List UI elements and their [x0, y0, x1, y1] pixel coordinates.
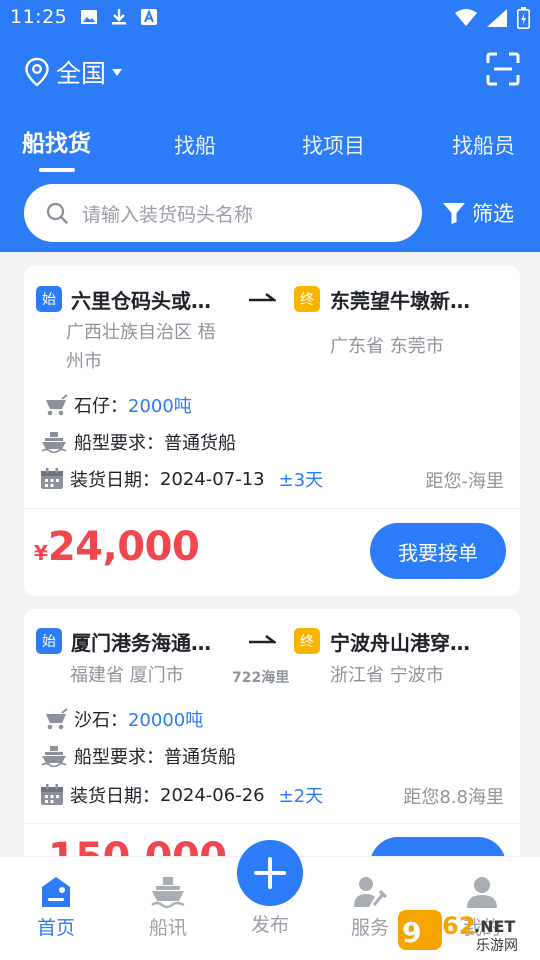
notification-icons	[80, 8, 158, 26]
watermark-logo: 9 62 .NET 乐游网	[398, 910, 518, 954]
cargo-info-row: 沙石： 20000吨	[40, 706, 203, 732]
filter-label: 筛选	[472, 202, 514, 226]
start-port-name: 厦门港务海通…	[71, 631, 211, 655]
nav-ship-news[interactable]: 船讯	[128, 875, 208, 940]
end-region: 广东省 东莞市	[330, 336, 444, 357]
price-amount: 24,000	[47, 524, 200, 570]
search-icon	[46, 202, 68, 224]
load-date-value: 2024-06-26	[160, 784, 265, 806]
search-input[interactable]: 请输入装货码头名称	[24, 184, 422, 242]
end-region: 浙江省 宁波市	[330, 665, 444, 686]
download-icon	[112, 9, 126, 25]
cargo-type: 沙石：	[74, 710, 128, 731]
cargo-amount: 20000吨	[128, 710, 204, 731]
start-tag: 始	[36, 286, 62, 312]
cargo-type: 石仔：	[74, 396, 128, 417]
category-tabs: 船找货 找船 找项目 找船员	[0, 124, 540, 164]
currency-symbol: ¥	[34, 541, 48, 565]
ship-type-row: 船型要求： 普通货船	[40, 743, 236, 769]
calendar-icon	[41, 468, 63, 489]
ship-icon	[41, 746, 67, 767]
dropdown-caret-icon	[112, 68, 123, 76]
svg-text:乐游网: 乐游网	[476, 938, 518, 954]
image-icon	[81, 10, 97, 24]
accept-order-button[interactable]: 我要接单	[370, 523, 506, 579]
system-icons	[455, 7, 530, 29]
ship-type-value: 普通货船	[164, 433, 236, 454]
location-selector[interactable]: 全国	[24, 54, 123, 90]
home-icon	[42, 877, 70, 907]
ship-type-value: 普通货船	[164, 747, 236, 768]
distance-to-user: 距您8.8海里	[403, 787, 504, 808]
active-tab-indicator	[39, 168, 75, 172]
cart-icon	[41, 394, 68, 416]
end-tag: 终	[294, 628, 320, 654]
route-arrow-icon	[249, 292, 276, 302]
load-date-range: ±2天	[278, 786, 324, 807]
price: ¥24,000	[34, 524, 200, 570]
svg-text:62: 62	[442, 912, 475, 940]
start-tag: 始	[36, 628, 62, 654]
start-region: 广西壮族自治区 梧州市	[66, 322, 216, 372]
load-date-label: 装货日期：	[70, 470, 160, 491]
plus-icon	[254, 857, 286, 889]
cargo-card[interactable]: 始 六里仓码头或… 广西壮族自治区 梧州市 终 东莞望牛墩新… 广东省 东莞市 …	[24, 266, 520, 596]
distance-to-user: 距您-海里	[425, 471, 505, 492]
cargo-info-row: 石仔： 2000吨	[40, 392, 192, 418]
nav-home[interactable]: 首页	[16, 875, 96, 940]
status-time: 11:25	[10, 6, 68, 28]
load-date-row: 装货日期： 2024-06-26 ±2天	[40, 782, 323, 808]
cargo-card[interactable]: 始 厦门港务海通… 福建省 厦门市 722海里 终 宁波舟山港穿… 浙江省 宁波…	[24, 609, 520, 893]
tab-ship-find-cargo[interactable]: 船找货	[22, 124, 91, 158]
nav-label: 首页	[36, 917, 75, 939]
location-pin-icon	[25, 57, 49, 87]
end-port-name: 宁波舟山港穿…	[330, 631, 470, 655]
publish-button[interactable]	[237, 840, 303, 906]
location-label: 全国	[56, 59, 107, 88]
svg-text:9: 9	[402, 916, 421, 949]
start-region: 福建省 厦门市	[70, 665, 184, 686]
end-port-name: 东莞望牛墩新…	[330, 289, 470, 313]
filter-icon	[443, 203, 465, 224]
font-icon	[141, 9, 157, 25]
ship-type-label: 船型要求：	[74, 747, 164, 768]
divider	[24, 508, 520, 509]
tab-find-project[interactable]: 找项目	[302, 130, 365, 160]
status-bar: 11:25	[0, 0, 540, 36]
load-date-label: 装货日期：	[70, 786, 160, 807]
cart-icon	[41, 708, 68, 730]
signal-icon	[487, 9, 507, 27]
load-date-row: 装货日期： 2024-07-13 ±3天	[40, 466, 323, 492]
route-arrow-icon	[249, 634, 276, 644]
header: 11:25 全国 船找货 找船 找项目 找船员 请输入装货码头名称 筛选	[0, 0, 540, 252]
filter-button[interactable]: 筛选	[442, 198, 514, 228]
ship-icon	[41, 432, 67, 453]
divider	[24, 823, 520, 824]
calendar-icon	[41, 784, 63, 805]
load-date-value: 2024-07-13	[160, 468, 265, 490]
nav-label: 船讯	[148, 917, 187, 939]
service-icon	[354, 877, 388, 907]
start-port-name: 六里仓码头或…	[71, 289, 211, 313]
wifi-icon	[455, 9, 477, 26]
tab-find-ship[interactable]: 找船	[174, 130, 216, 160]
publish-label: 发布	[250, 914, 289, 936]
ship-type-label: 船型要求：	[74, 433, 164, 454]
ship-news-icon	[151, 877, 185, 909]
tab-find-crew[interactable]: 找船员	[452, 130, 515, 160]
scan-icon[interactable]	[486, 52, 520, 86]
search-placeholder: 请输入装货码头名称	[82, 203, 254, 226]
end-tag: 终	[294, 286, 320, 312]
route-distance: 722海里	[232, 670, 290, 686]
svg-text:.NET: .NET	[474, 917, 515, 936]
load-date-range: ±3天	[278, 470, 324, 491]
ship-type-row: 船型要求： 普通货船	[40, 429, 236, 455]
cargo-amount: 2000吨	[128, 396, 192, 417]
battery-icon	[517, 7, 530, 29]
